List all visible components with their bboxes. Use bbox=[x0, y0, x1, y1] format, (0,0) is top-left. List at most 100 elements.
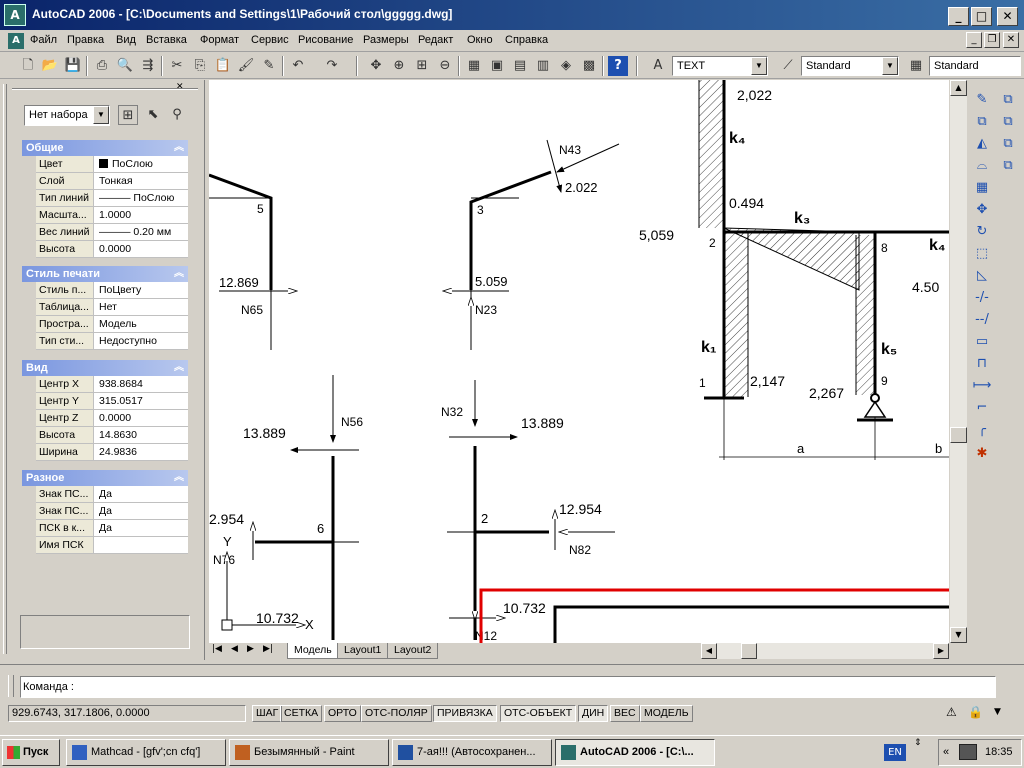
scroll-down-icon[interactable]: ▼ bbox=[950, 627, 967, 643]
erase-icon[interactable]: ✎ bbox=[972, 90, 992, 110]
fillet-icon[interactable]: ⌐ bbox=[972, 398, 992, 418]
communication-center-icon[interactable]: ⚠ bbox=[946, 705, 957, 719]
horizontal-scrollbar[interactable]: ◀ ▶ bbox=[701, 643, 949, 659]
trim-icon[interactable]: -/- bbox=[972, 288, 992, 308]
otrack-toggle[interactable]: ОТС-ОБЪЕКТ bbox=[500, 705, 577, 722]
property-row[interactable]: Слой Тонкая bbox=[36, 173, 188, 190]
open-file-icon[interactable]: 📂 bbox=[40, 56, 60, 76]
zoom-previous-icon[interactable]: ⊖ bbox=[435, 56, 455, 76]
select-objects-icon[interactable]: ⬉ bbox=[143, 105, 163, 125]
section-misc[interactable]: Разное ︽ bbox=[22, 470, 188, 486]
tab-layout2[interactable]: Layout2 bbox=[387, 643, 439, 659]
hscroll-thumb[interactable] bbox=[741, 643, 757, 659]
coordinates-readout[interactable]: 929.6743, 317.1806, 0.0000 bbox=[8, 705, 246, 722]
prev-tab-icon[interactable]: ◀ bbox=[231, 644, 238, 654]
menu-file[interactable]: Файл bbox=[30, 34, 57, 46]
autocad-app-icon[interactable]: A bbox=[4, 4, 26, 26]
properties-icon[interactable]: ▦ bbox=[464, 56, 484, 76]
block-editor-icon[interactable]: ✎ bbox=[259, 56, 279, 76]
array-icon[interactable]: ▦ bbox=[972, 178, 992, 198]
property-row[interactable]: Высота 14.8630 bbox=[36, 427, 188, 444]
redo-icon[interactable]: ↷ bbox=[322, 56, 342, 76]
text-style-select[interactable]: TEXT ▼ bbox=[672, 56, 768, 76]
lock-icon[interactable]: 🔒 bbox=[968, 705, 983, 719]
command-input[interactable]: Команда : bbox=[20, 676, 996, 698]
bring-front-icon[interactable]: ⧉ bbox=[998, 90, 1018, 110]
cut-icon[interactable]: ✂ bbox=[167, 56, 187, 76]
join-icon[interactable]: ⊓ bbox=[972, 354, 992, 374]
break-icon[interactable]: ▭ bbox=[972, 332, 992, 352]
task-paint[interactable]: Безымянный - Paint bbox=[229, 739, 389, 766]
fillet-round-icon[interactable]: ╭ bbox=[972, 420, 992, 440]
tool-palettes-icon[interactable]: ▤ bbox=[510, 56, 530, 76]
table-style-select[interactable]: Standard bbox=[929, 56, 1021, 76]
property-row[interactable]: Центр X 938.8684 bbox=[36, 376, 188, 393]
menu-view[interactable]: Вид bbox=[116, 34, 136, 46]
property-row[interactable]: Высота 0.0000 bbox=[36, 241, 188, 258]
property-row[interactable]: Центр Z 0.0000 bbox=[36, 410, 188, 427]
monitor-icon[interactable] bbox=[959, 744, 977, 760]
property-row[interactable]: Вес линий ——— 0.20 мм bbox=[36, 224, 188, 241]
bring-above-icon[interactable]: ⧉ bbox=[998, 134, 1018, 154]
publish-icon[interactable]: ⇶ bbox=[138, 56, 158, 76]
osnap-toggle[interactable]: ПРИВЯЗКА bbox=[433, 705, 497, 722]
property-row[interactable]: Стиль п... ПоЦвету bbox=[36, 282, 188, 299]
collapse-icon[interactable]: ︽ bbox=[174, 360, 184, 376]
selection-select[interactable]: Нет набора ▼ bbox=[24, 105, 110, 126]
tab-model[interactable]: Модель bbox=[287, 643, 339, 659]
doc-minimize-button[interactable]: _ bbox=[966, 32, 982, 48]
text-style-icon[interactable]: A bbox=[648, 56, 668, 76]
zoom-realtime-icon[interactable]: ⊕ bbox=[389, 56, 409, 76]
send-back-icon[interactable]: ⧉ bbox=[998, 112, 1018, 132]
mirror-icon[interactable]: ◭ bbox=[972, 134, 992, 154]
polar-toggle[interactable]: ОТС-ПОЛЯР bbox=[361, 705, 432, 722]
explode-icon[interactable]: ✱ bbox=[972, 444, 992, 464]
property-row[interactable]: ПСК в к... Да bbox=[36, 520, 188, 537]
snap-toggle[interactable]: ШАГ bbox=[252, 705, 283, 722]
match-properties-icon[interactable]: 🖌 bbox=[236, 56, 256, 76]
property-row[interactable]: Тип сти... Недоступно bbox=[36, 333, 188, 350]
zoom-window-icon[interactable]: ⊞ bbox=[412, 56, 432, 76]
model-toggle[interactable]: МОДЕЛЬ bbox=[640, 705, 693, 722]
plot-preview-icon[interactable]: 🔍 bbox=[115, 56, 135, 76]
grid-toggle[interactable]: СЕТКА bbox=[280, 705, 323, 722]
start-button[interactable]: Пуск bbox=[2, 739, 60, 766]
lineweight-toggle[interactable]: ВЕС bbox=[610, 705, 640, 722]
task-mathcad[interactable]: Mathcad - [gfv';cn cfq'] bbox=[66, 739, 226, 766]
sheet-set-icon[interactable]: ▥ bbox=[533, 56, 553, 76]
help-icon[interactable]: ? bbox=[608, 56, 628, 76]
next-tab-icon[interactable]: ▶ bbox=[247, 644, 254, 654]
stretch-icon[interactable]: ◺ bbox=[972, 266, 992, 286]
property-row[interactable]: Знак ПС... Да bbox=[36, 503, 188, 520]
move-icon[interactable]: ✥ bbox=[972, 200, 992, 220]
scroll-right-icon[interactable]: ▶ bbox=[933, 643, 949, 659]
extend-icon[interactable]: --/ bbox=[972, 310, 992, 330]
command-grip[interactable] bbox=[8, 675, 14, 697]
table-style-icon[interactable]: ▦ bbox=[906, 56, 926, 76]
property-row[interactable]: Масшта... 1.0000 bbox=[36, 207, 188, 224]
chevron-down-icon[interactable]: ▼ bbox=[751, 57, 767, 75]
tab-layout1[interactable]: Layout1 bbox=[337, 643, 389, 659]
menu-format[interactable]: Формат bbox=[200, 34, 239, 46]
section-plot-style[interactable]: Стиль печати ︽ bbox=[22, 266, 188, 282]
dim-style-icon[interactable]: ⟋ bbox=[778, 56, 798, 76]
section-general[interactable]: Общие ︽ bbox=[22, 140, 188, 156]
doc-close-button[interactable]: ✕ bbox=[1003, 32, 1019, 48]
scroll-left-icon[interactable]: ◀ bbox=[701, 643, 717, 659]
last-tab-icon[interactable]: ▶| bbox=[263, 644, 273, 654]
dim-style-select[interactable]: Standard ▼ bbox=[801, 56, 899, 76]
minimize-button[interactable]: _ bbox=[948, 7, 969, 26]
restore-icon[interactable]: ⇕ bbox=[914, 738, 922, 748]
scroll-thumb[interactable] bbox=[950, 427, 967, 443]
property-row[interactable]: Ширина 24.9836 bbox=[36, 444, 188, 461]
document-icon[interactable]: A bbox=[8, 33, 24, 49]
dyn-toggle[interactable]: ДИН bbox=[578, 705, 609, 722]
copy-icon[interactable]: ⎘ bbox=[190, 56, 210, 76]
quick-select-icon[interactable]: ⚲ bbox=[167, 105, 187, 125]
chevron-down-icon[interactable]: ▼ bbox=[93, 106, 109, 124]
property-row[interactable]: Знак ПС... Да bbox=[36, 486, 188, 503]
calculator-icon[interactable]: ▩ bbox=[579, 56, 599, 76]
close-icon[interactable]: ✕ bbox=[176, 82, 184, 92]
undo-icon[interactable]: ↶ bbox=[288, 56, 308, 76]
menu-help[interactable]: Справка bbox=[505, 34, 548, 46]
